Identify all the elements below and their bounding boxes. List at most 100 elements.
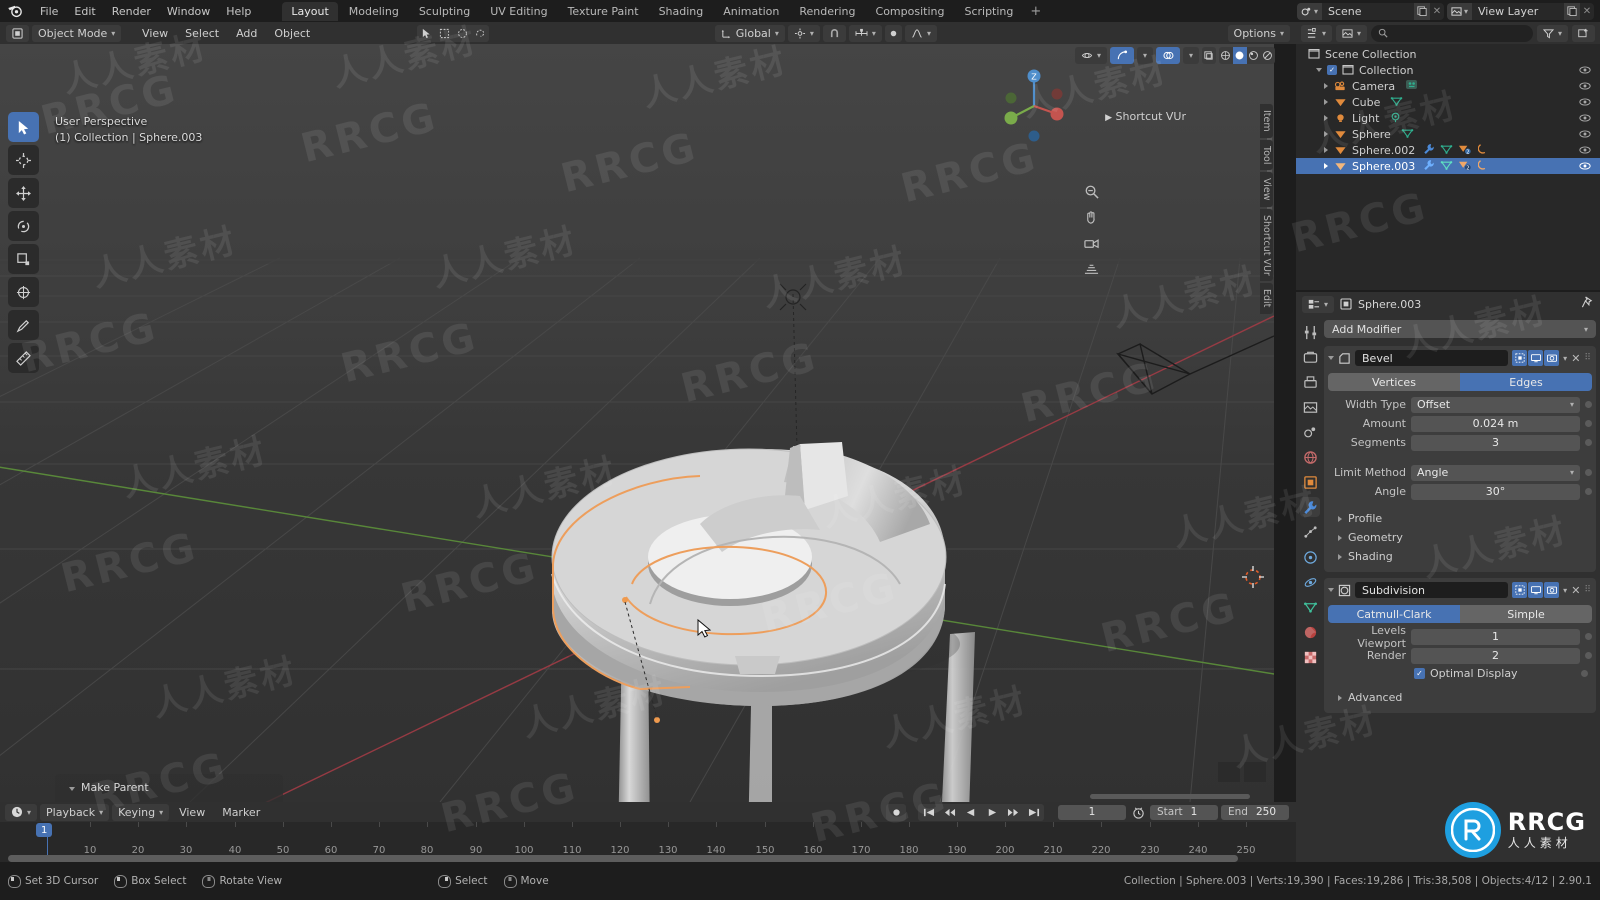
viewport-menu-select[interactable]: Select <box>178 25 226 42</box>
properties-tab-tool[interactable] <box>1300 322 1320 342</box>
workspace-tab-shading[interactable]: Shading <box>650 2 713 21</box>
subdivision-subpanel-advanced[interactable]: Advanced <box>1324 688 1596 707</box>
falloff-selector[interactable]: ▾ <box>905 24 938 42</box>
operator-panel-make-parent[interactable]: Make Parent Type Object▾ Keep Transform <box>55 774 283 802</box>
visibility-selector[interactable]: ▾ <box>1075 46 1108 64</box>
outliner-display-mode[interactable]: ▾ <box>1336 24 1368 42</box>
pan-hand-icon[interactable] <box>1080 206 1102 228</box>
bevel-subpanel-profile[interactable]: Profile <box>1324 509 1596 528</box>
pivot-point-selector[interactable]: ▾ <box>787 24 820 42</box>
overlays-toggle[interactable] <box>1156 46 1181 64</box>
frame-start-field[interactable]: Start 1 <box>1150 804 1218 820</box>
properties-tab-object-data[interactable] <box>1300 597 1320 617</box>
properties-tab-world[interactable] <box>1300 447 1320 467</box>
gizmo-dropdown[interactable]: ▾ <box>1137 46 1154 64</box>
new-scene-icon[interactable] <box>1413 2 1430 20</box>
bevel-width-type-value[interactable]: Offset ▾ <box>1411 396 1580 413</box>
animate-property-dot[interactable] <box>1585 469 1592 476</box>
bevel-edges-option[interactable]: Edges <box>1460 373 1592 391</box>
current-frame-field[interactable]: 1 <box>1058 804 1126 820</box>
outliner-row-sphere-002[interactable]: Sphere.002 2 <box>1296 142 1600 158</box>
camera-data-icon[interactable] <box>1405 78 1419 94</box>
bevel-angle-value[interactable]: 30° <box>1411 483 1580 500</box>
light-data-icon[interactable] <box>1389 111 1402 126</box>
animate-property-dot[interactable] <box>1581 670 1588 677</box>
zoom-icon[interactable] <box>1080 180 1102 202</box>
select-lasso-icon[interactable] <box>471 25 489 42</box>
modifier-icon[interactable] <box>1423 143 1435 158</box>
outliner-row-light[interactable]: Light <box>1296 110 1600 126</box>
expander-icon[interactable] <box>1324 163 1328 169</box>
modifier-header-bevel[interactable]: Bevel ▾ ✕ ⠿ <box>1324 349 1596 367</box>
modifier-name-field[interactable]: Subdivision <box>1355 582 1509 598</box>
select-tweak-icon[interactable] <box>417 25 435 42</box>
outliner-row-collection[interactable]: ✓ Collection <box>1296 62 1600 78</box>
shading-mode-group[interactable] <box>1218 46 1275 64</box>
modifier-extras-dropdown[interactable]: ▾ <box>1563 354 1567 363</box>
tool-rotate[interactable] <box>8 211 39 241</box>
constraint-icon[interactable] <box>1477 159 1490 174</box>
playback-menu[interactable]: Playback ▾ <box>40 803 110 821</box>
sidebar-tab-view[interactable]: View <box>1260 172 1273 207</box>
bevel-subpanel-shading[interactable]: Shading <box>1324 547 1596 566</box>
keying-menu[interactable]: Keying ▾ <box>112 803 170 821</box>
subdivision-catmull-clark-option[interactable]: Catmull-Clark <box>1328 605 1460 623</box>
solid-shading-icon[interactable] <box>1232 46 1247 64</box>
bevel-affect-toggle[interactable]: Vertices Edges <box>1328 373 1592 391</box>
bevel-amount-value[interactable]: 0.024 m <box>1411 415 1580 432</box>
animate-property-dot[interactable] <box>1585 633 1592 640</box>
expander-icon[interactable] <box>1328 356 1334 360</box>
properties-tab-constraint[interactable] <box>1300 572 1320 592</box>
subdivision-optimal-display-row[interactable]: ✓ Optimal Display <box>1328 667 1592 680</box>
expander-icon[interactable] <box>1324 99 1328 105</box>
overlays-dropdown[interactable]: ▾ <box>1183 46 1200 64</box>
jump-to-prev-keyframe-button[interactable] <box>939 804 960 821</box>
outliner-row-cube[interactable]: Cube <box>1296 94 1600 110</box>
expander-icon[interactable] <box>1324 83 1328 89</box>
optimal-display-checkbox[interactable]: ✓ <box>1414 668 1425 679</box>
show-in-viewport-icon[interactable] <box>1528 582 1544 598</box>
show-in-edit-mode-icon[interactable] <box>1512 582 1528 598</box>
workspace-tab-compositing[interactable]: Compositing <box>867 2 954 21</box>
timeline-menu-view[interactable]: View <box>172 804 212 821</box>
mesh-data-icon[interactable] <box>1401 127 1414 142</box>
properties-tab-object[interactable] <box>1300 472 1320 492</box>
wireframe-shading-icon[interactable] <box>1219 47 1233 64</box>
outliner[interactable]: Scene Collection ✓ Collection Camera Cub… <box>1296 44 1600 290</box>
animate-property-dot[interactable] <box>1585 439 1592 446</box>
transform-orientation-selector[interactable]: Global ▾ <box>714 24 785 42</box>
modifier-delete-icon[interactable]: ✕ <box>1571 584 1580 597</box>
tool-cursor[interactable] <box>8 145 39 175</box>
tool-transform[interactable] <box>8 277 39 307</box>
modifier-header-subdivision[interactable]: Subdivision ▾ ✕ ⠿ <box>1324 581 1596 599</box>
subdivision-simple-option[interactable]: Simple <box>1460 605 1592 623</box>
hide-in-viewport-icon[interactable] <box>1579 144 1591 159</box>
use-preview-range-icon[interactable] <box>1129 806 1147 819</box>
blender-logo-icon[interactable] <box>6 3 24 19</box>
properties-tab-material[interactable] <box>1300 622 1320 642</box>
playhead[interactable]: 1 <box>36 823 53 837</box>
bevel-segments-value[interactable]: 3 <box>1411 434 1580 451</box>
workspace-tab-uv-editing[interactable]: UV Editing <box>481 2 556 21</box>
scene-name[interactable]: Scene <box>1321 2 1414 20</box>
add-modifier-button[interactable]: Add Modifier ▾ <box>1324 320 1596 338</box>
viewport-menu-object[interactable]: Object <box>267 25 317 42</box>
menu-render[interactable]: Render <box>104 3 159 20</box>
sidebar-tab-tool[interactable]: Tool <box>1260 139 1273 171</box>
hide-in-viewport-icon[interactable] <box>1579 96 1591 111</box>
properties-tab-modifier[interactable] <box>1300 497 1320 517</box>
sidebar-tab-edit[interactable]: Edit <box>1260 283 1273 314</box>
outliner-row-camera[interactable]: Camera <box>1296 78 1600 94</box>
outliner-row-scene-collection[interactable]: Scene Collection <box>1296 46 1600 62</box>
outliner-new-collection-button[interactable] <box>1572 24 1595 42</box>
modifier-drag-handle[interactable]: ⠿ <box>1584 353 1592 363</box>
animate-property-dot[interactable] <box>1585 420 1592 427</box>
sidebar-tab-item[interactable]: Item <box>1260 104 1273 138</box>
modifier-drag-handle[interactable]: ⠿ <box>1584 585 1592 595</box>
new-view-layer-icon[interactable] <box>1564 2 1580 20</box>
viewport-menu-view[interactable]: View <box>135 25 175 42</box>
workspace-tab-rendering[interactable]: Rendering <box>790 2 864 21</box>
properties-tab-view-layer[interactable] <box>1300 397 1320 417</box>
bevel-limit-method-value[interactable]: Angle ▾ <box>1411 464 1580 481</box>
play-reverse-button[interactable] <box>960 804 981 821</box>
